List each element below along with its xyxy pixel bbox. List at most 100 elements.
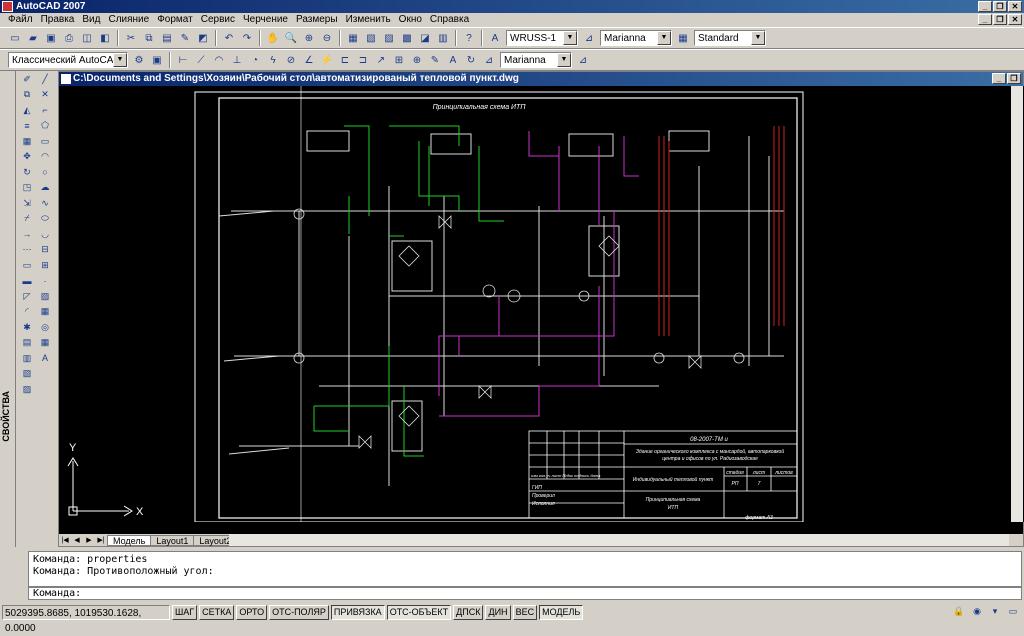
model-toggle[interactable]: МОДЕЛЬ bbox=[539, 604, 584, 620]
chevron-down-icon[interactable]: ▼ bbox=[751, 31, 765, 45]
close-button[interactable]: ✕ bbox=[1008, 1, 1022, 12]
polar-toggle[interactable]: ОТС-ПОЛЯР bbox=[269, 604, 329, 620]
plot-icon[interactable]: ⎙ bbox=[61, 30, 77, 46]
snap-toggle[interactable]: ШАГ bbox=[172, 604, 198, 620]
lineweight-toggle[interactable]: ВЕС bbox=[512, 604, 538, 620]
ellipse-icon[interactable]: ⬭ bbox=[37, 212, 53, 227]
copy-icon[interactable]: ⧉ bbox=[141, 30, 157, 46]
menu-file[interactable]: Файл bbox=[4, 13, 37, 27]
explode-icon[interactable]: ✱ bbox=[19, 320, 35, 335]
save-icon[interactable]: ▣ bbox=[43, 30, 59, 46]
tab-first-icon[interactable]: |◀ bbox=[59, 535, 71, 546]
break-at-point-icon[interactable]: ⋯ bbox=[19, 243, 35, 258]
dim-linear-icon[interactable]: ⊢ bbox=[175, 52, 191, 68]
communication-center-icon[interactable]: ◉ bbox=[971, 605, 983, 617]
quick-leader-icon[interactable]: ↗ bbox=[373, 52, 389, 68]
revcloud-icon[interactable]: ☁ bbox=[37, 181, 53, 196]
clean-screen-icon[interactable]: ▭ bbox=[1007, 605, 1019, 617]
dyn-toggle[interactable]: ДИН bbox=[485, 604, 511, 620]
design-center-icon[interactable]: ▧ bbox=[363, 30, 379, 46]
sheet-set-icon[interactable]: ▩ bbox=[399, 30, 415, 46]
join-icon[interactable]: ▬ bbox=[19, 274, 35, 289]
drawing-file-icon[interactable] bbox=[61, 74, 71, 84]
region-icon[interactable]: ◎ bbox=[37, 320, 53, 335]
doc-minimize-button[interactable]: _ bbox=[978, 14, 992, 25]
chevron-down-icon[interactable]: ▼ bbox=[557, 53, 571, 67]
trim-icon[interactable]: ⌿ bbox=[19, 212, 35, 227]
markup-icon[interactable]: ◪ bbox=[417, 30, 433, 46]
array-icon[interactable]: ▦ bbox=[19, 134, 35, 149]
properties-panel-collapsed[interactable]: СВОЙСТВА bbox=[0, 71, 16, 547]
polygon-icon[interactable]: ⬠ bbox=[37, 119, 53, 134]
menu-dimension[interactable]: Размеры bbox=[292, 13, 342, 27]
dim-diameter-icon[interactable]: ⊘ bbox=[283, 52, 299, 68]
dim-style-select[interactable]: Marianna ▼ bbox=[600, 30, 672, 46]
command-input[interactable]: Команда: bbox=[28, 587, 1022, 600]
mtext-icon[interactable]: A bbox=[37, 351, 53, 366]
table-style-select[interactable]: Standard ▼ bbox=[694, 30, 766, 46]
workspace-save-icon[interactable]: ▣ bbox=[149, 52, 165, 68]
status-menu-icon[interactable]: ▾ bbox=[989, 605, 1001, 617]
horizontal-scrollbar[interactable] bbox=[229, 534, 1009, 546]
table-style-icon[interactable]: ▦ bbox=[675, 30, 691, 46]
cut-icon[interactable]: ✂ bbox=[123, 30, 139, 46]
erase-icon[interactable]: ✐ bbox=[19, 72, 35, 87]
menu-window[interactable]: Окно bbox=[395, 13, 426, 27]
rotate-icon[interactable]: ↻ bbox=[19, 165, 35, 180]
dim-jogged-icon[interactable]: ϟ bbox=[265, 52, 281, 68]
mirror-icon[interactable]: ◭ bbox=[19, 103, 35, 118]
doc-close-button[interactable]: ✕ bbox=[1008, 14, 1022, 25]
menu-merge[interactable]: Слияние bbox=[104, 13, 153, 27]
model-space-canvas[interactable]: Принципиальная схема ИТП 08-2007-ТМ и Зд… bbox=[59, 86, 1024, 522]
menu-draw[interactable]: Черчение bbox=[239, 13, 292, 27]
dim-override-icon[interactable]: ⊿ bbox=[575, 52, 591, 68]
dim-angular-icon[interactable]: ∠ bbox=[301, 52, 317, 68]
chamfer-icon[interactable]: ◸ bbox=[19, 289, 35, 304]
tab-next-icon[interactable]: ▶ bbox=[83, 535, 95, 546]
help-icon[interactable]: ? bbox=[461, 30, 477, 46]
menu-tools[interactable]: Сервис bbox=[197, 13, 239, 27]
stretch-icon[interactable]: ⇲ bbox=[19, 196, 35, 211]
polyline-icon[interactable]: ⌐ bbox=[37, 103, 53, 118]
ortho-toggle[interactable]: ОРТО bbox=[236, 604, 268, 620]
grid-toggle[interactable]: СЕТКА bbox=[199, 604, 235, 620]
tab-prev-icon[interactable]: ◀ bbox=[71, 535, 83, 546]
tolerance-icon[interactable]: ⊞ bbox=[391, 52, 407, 68]
tab-model[interactable]: Модель bbox=[107, 534, 152, 546]
paste-icon[interactable]: ▤ bbox=[159, 30, 175, 46]
zoom-previous-icon[interactable]: ⊖ bbox=[319, 30, 335, 46]
menu-modify[interactable]: Изменить bbox=[342, 13, 395, 27]
draworder-icon[interactable]: ▤ bbox=[19, 336, 35, 351]
spline-icon[interactable]: ∿ bbox=[37, 196, 53, 211]
text-style-icon[interactable]: A bbox=[487, 30, 503, 46]
table-icon[interactable]: ▦ bbox=[37, 336, 53, 351]
app-title-bar[interactable]: AutoCAD 2007 _ ❐ ✕ bbox=[0, 0, 1024, 13]
chevron-down-icon[interactable]: ▼ bbox=[113, 53, 127, 67]
vertical-scrollbar[interactable] bbox=[1011, 86, 1023, 522]
extend-icon[interactable]: → bbox=[19, 227, 35, 242]
offset-icon[interactable]: ≡ bbox=[19, 119, 35, 134]
gradient-icon[interactable]: ▦ bbox=[37, 305, 53, 320]
dim-continue-icon[interactable]: ⊐ bbox=[355, 52, 371, 68]
make-block-icon[interactable]: ⊞ bbox=[37, 258, 53, 273]
pan-icon[interactable]: ✋ bbox=[265, 30, 281, 46]
chevron-down-icon[interactable]: ▼ bbox=[563, 31, 577, 45]
menu-view[interactable]: Вид bbox=[78, 13, 104, 27]
hatch-icon[interactable]: ▨ bbox=[37, 289, 53, 304]
toolbar-lock-icon[interactable]: 🔒 bbox=[953, 605, 965, 617]
dim-baseline-icon[interactable]: ⊏ bbox=[337, 52, 353, 68]
dim-text-edit-icon[interactable]: A bbox=[445, 52, 461, 68]
fillet-icon[interactable]: ◜ bbox=[19, 305, 35, 320]
insert-block-icon[interactable]: ⊟ bbox=[37, 243, 53, 258]
text-style-select[interactable]: WRUSS-1 ▼ bbox=[506, 30, 578, 46]
draworder-front-icon[interactable]: ▥ bbox=[19, 351, 35, 366]
dim-radius-icon[interactable]: ◔ bbox=[247, 52, 263, 68]
quickcalc-icon[interactable]: ▥ bbox=[435, 30, 451, 46]
new-icon[interactable]: ▭ bbox=[7, 30, 23, 46]
dim-edit-icon[interactable]: ✎ bbox=[427, 52, 443, 68]
dim-aligned-icon[interactable]: ⟋ bbox=[193, 52, 209, 68]
draworder-above-icon[interactable]: ▨ bbox=[19, 382, 35, 397]
arc-icon[interactable]: ◠ bbox=[37, 150, 53, 165]
line-icon[interactable]: ╱ bbox=[37, 72, 53, 87]
scale-icon[interactable]: ◳ bbox=[19, 181, 35, 196]
